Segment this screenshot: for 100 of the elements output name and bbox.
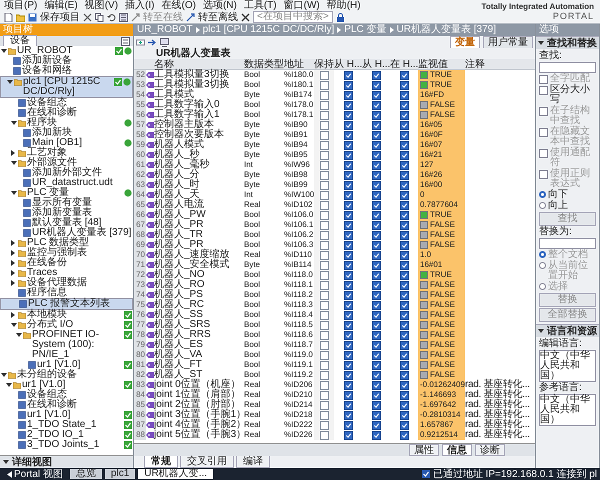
checkbox[interactable] (400, 70, 408, 80)
checkbox[interactable] (372, 330, 380, 340)
checkbox[interactable] (372, 170, 380, 180)
checkbox[interactable] (320, 430, 328, 440)
checkbox[interactable] (344, 230, 352, 240)
menu-item[interactable]: 编辑(E) (44, 0, 78, 11)
checkbox[interactable] (400, 320, 408, 330)
checkbox[interactable] (344, 400, 352, 410)
checkbox[interactable] (400, 150, 408, 160)
tree-item[interactable]: Traces (0, 268, 133, 278)
checkbox[interactable] (344, 320, 352, 330)
checkbox[interactable] (320, 90, 328, 100)
menu-item[interactable]: 选项(N) (202, 0, 237, 11)
language-dropdown[interactable]: 中文（中华人民共和国） (539, 350, 596, 382)
checkbox[interactable] (400, 260, 408, 270)
checkbox[interactable] (400, 200, 408, 210)
checkbox[interactable] (372, 150, 380, 160)
checkbox[interactable] (400, 400, 408, 410)
checkbox[interactable] (372, 310, 380, 320)
inspector-tab[interactable]: 信息 (442, 444, 472, 456)
tree-item[interactable]: PLC 报警文本列表 (0, 298, 133, 310)
column-header[interactable]: 从 H... (334, 59, 362, 70)
checkbox[interactable] (320, 390, 328, 400)
column-header[interactable]: 在 H... (390, 59, 418, 70)
checkbox[interactable] (400, 130, 408, 140)
tree-item[interactable]: UR_datastruct.udt (0, 178, 133, 188)
checkbox[interactable] (344, 130, 352, 140)
checkbox[interactable] (372, 130, 380, 140)
go-offline-button[interactable]: 转至离线 (198, 12, 238, 22)
checkbox[interactable] (372, 320, 380, 330)
checkbox[interactable] (320, 410, 328, 420)
menu-item[interactable]: 视图(V) (84, 0, 118, 11)
checkbox[interactable] (400, 340, 408, 350)
triangle-icon[interactable] (7, 470, 12, 478)
copy-icon[interactable] (95, 12, 104, 22)
checkbox[interactable] (372, 390, 380, 400)
checkbox[interactable] (344, 150, 352, 160)
menu-item[interactable]: 帮助(H) (326, 0, 361, 11)
radio-option[interactable]: 向下 (539, 190, 596, 200)
collapse-arrow-icon[interactable] (3, 460, 9, 464)
editor-tab[interactable]: 用户常量 (483, 36, 533, 48)
checkbox[interactable] (372, 260, 380, 270)
checkbox[interactable] (372, 230, 380, 240)
checkbox[interactable] (372, 90, 380, 100)
checkbox[interactable] (400, 420, 408, 430)
tree-item[interactable]: 设备组态 (0, 98, 133, 108)
editor-tab[interactable]: 变量 (450, 36, 480, 48)
checkbox[interactable] (400, 210, 408, 220)
checkbox[interactable] (320, 230, 328, 240)
checkbox[interactable] (320, 370, 328, 380)
checkbox[interactable] (372, 100, 380, 110)
checkbox[interactable] (372, 110, 380, 120)
lock-icon[interactable] (336, 12, 345, 22)
tree-item[interactable]: 添加新外部文件 (0, 168, 133, 178)
add-row-icon[interactable] (136, 38, 145, 46)
checkbox[interactable] (372, 340, 380, 350)
checkbox[interactable] (320, 160, 328, 170)
checkbox[interactable] (344, 280, 352, 290)
tree-item[interactable]: 在线和诊断 (0, 108, 133, 118)
find-field[interactable] (539, 62, 596, 73)
tree-item[interactable]: 本地模块 (0, 310, 133, 320)
checkbox[interactable] (344, 380, 352, 390)
checkbox[interactable] (372, 350, 380, 360)
column-header[interactable]: 数据类型 (244, 59, 284, 70)
checkbox[interactable] (400, 430, 408, 440)
checkbox[interactable] (400, 160, 408, 170)
table-view-icon[interactable] (121, 37, 130, 46)
checkbox[interactable] (320, 220, 328, 230)
save-project-button[interactable]: 保存项目 (40, 12, 80, 22)
checkbox-option[interactable]: 区分大小写 (539, 85, 596, 105)
checkbox[interactable] (372, 300, 380, 310)
checkbox[interactable] (344, 160, 352, 170)
checkbox[interactable] (372, 400, 380, 410)
tree-item[interactable]: PLC 数据类型 (0, 238, 133, 248)
checkbox[interactable] (372, 70, 380, 80)
tree-item[interactable]: PLC 变量 (0, 188, 133, 198)
checkbox[interactable] (372, 370, 380, 380)
checkbox[interactable] (344, 80, 352, 90)
checkbox[interactable] (344, 300, 352, 310)
save-icon[interactable] (28, 12, 37, 22)
checkbox[interactable] (320, 290, 328, 300)
checkbox[interactable] (344, 370, 352, 380)
checkbox[interactable] (344, 360, 352, 370)
checkbox[interactable] (372, 120, 380, 130)
checkbox[interactable] (400, 240, 408, 250)
column-header[interactable]: 名称 (154, 59, 244, 70)
tree-item[interactable]: UR机器人变量表 [379] (0, 228, 133, 238)
checkbox[interactable] (372, 410, 380, 420)
menu-item[interactable]: 工具(T) (244, 0, 277, 11)
undo-icon[interactable] (107, 12, 116, 22)
checkbox[interactable] (400, 140, 408, 150)
checkbox[interactable] (344, 260, 352, 270)
checkbox[interactable] (320, 70, 328, 80)
checkbox[interactable] (400, 180, 408, 190)
tree-item[interactable]: 在线和诊断 (0, 400, 133, 410)
checkbox[interactable] (372, 160, 380, 170)
tree-item[interactable]: 程序块 (0, 118, 133, 128)
checkbox[interactable] (344, 210, 352, 220)
checkbox[interactable] (320, 360, 328, 370)
checkbox[interactable] (320, 400, 328, 410)
